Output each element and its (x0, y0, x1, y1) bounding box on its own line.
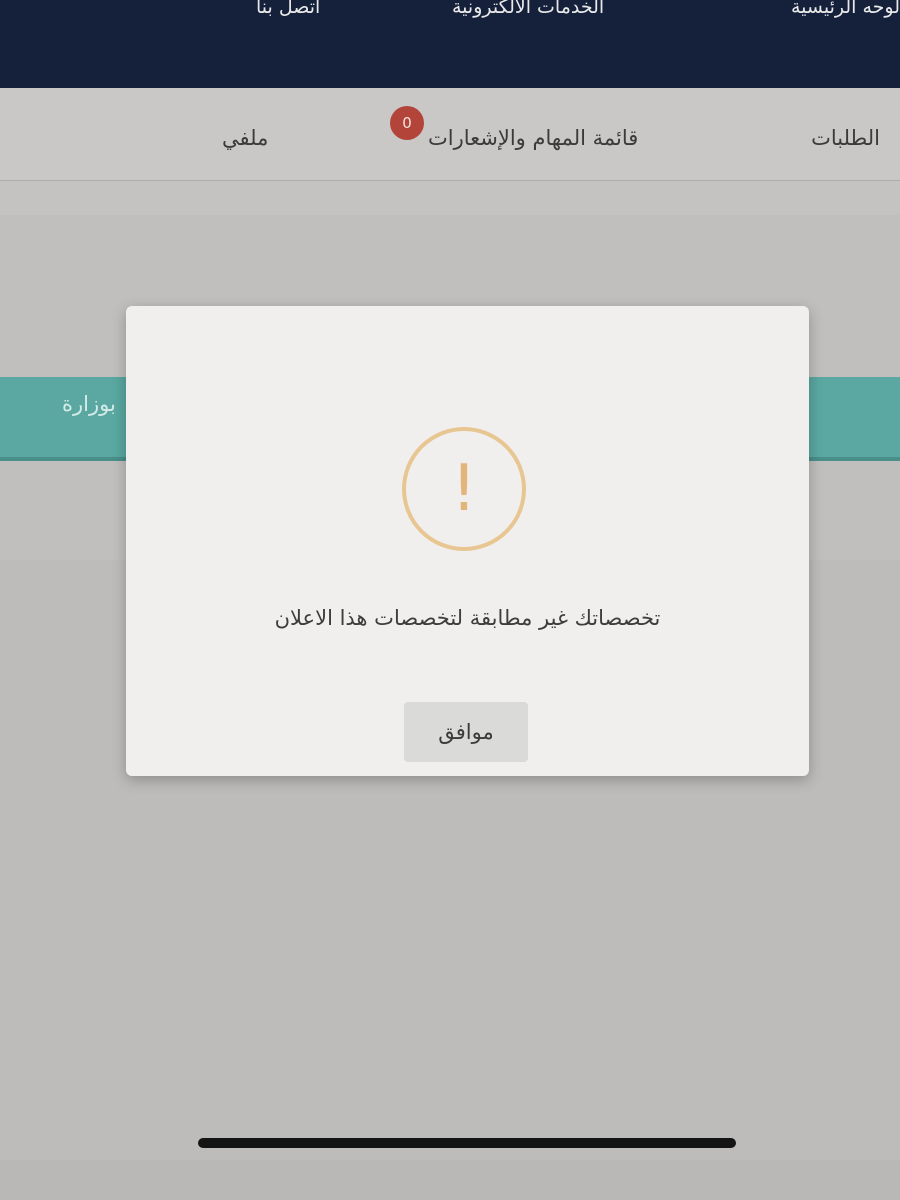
nav-eservices-link[interactable]: الخدمات الالكترونية (452, 0, 604, 18)
home-indicator (198, 1138, 736, 1148)
notification-count-badge: 0 (390, 106, 424, 140)
tab-my-profile[interactable]: ملفي (222, 126, 268, 150)
nav-home-link[interactable]: لوحه الرئيسية (791, 0, 900, 18)
top-navigation: لوحه الرئيسية الخدمات الالكترونية اتصل ب… (0, 0, 900, 88)
sub-navigation: الطلبات قائمة المهام والإشعارات ملفي (0, 88, 900, 181)
confirm-button[interactable]: موافق (404, 702, 528, 762)
dialog-message: تخصصاتك غير مطابقة لتخصصات هذا الاعلان (274, 606, 661, 630)
app-screen: لوحه الرئيسية الخدمات الالكترونية اتصل ب… (0, 0, 900, 1160)
strip-text: بوزارة (62, 392, 116, 416)
exclamation-icon: ! (451, 452, 477, 526)
nav-contact-link[interactable]: اتصل بنا (256, 0, 320, 18)
tab-requests[interactable]: الطلبات (811, 126, 880, 150)
tab-tasks-notifications[interactable]: قائمة المهام والإشعارات (428, 126, 638, 150)
